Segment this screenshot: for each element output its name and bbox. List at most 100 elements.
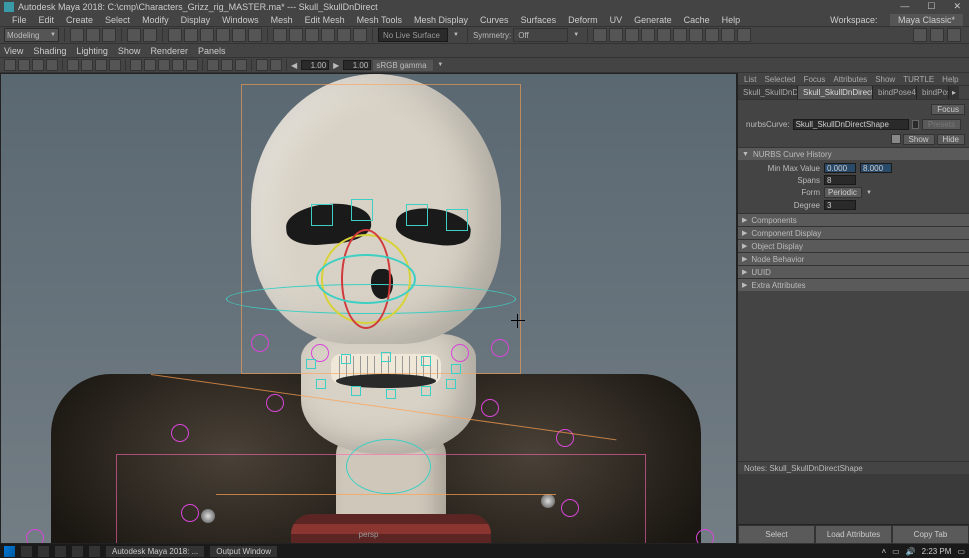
render-view-icon[interactable] [657,28,671,42]
ae-tab-bindpose[interactable]: bindPose47 [873,86,917,99]
toggle-2-icon[interactable] [930,28,944,42]
rig-misc-ctrl[interactable] [171,424,189,442]
taskbar-app-output[interactable]: Output Window [210,546,277,557]
viewpanel-menu-lighting[interactable]: Lighting [76,46,108,56]
select-button[interactable]: Select [738,525,815,544]
viewpanel-menu-view[interactable]: View [4,46,23,56]
lights-icon[interactable] [172,59,184,71]
rig-misc-ctrl[interactable] [266,394,284,412]
grid-icon[interactable] [67,59,79,71]
viewpanel-menu-renderer[interactable]: Renderer [150,46,188,56]
menu-display[interactable]: Display [175,15,217,25]
rig-lip-ctrl[interactable] [341,354,351,364]
color-management-dropdown[interactable]: sRGB gamma [373,60,433,71]
2d-pan-icon[interactable] [46,59,58,71]
tray-network-icon[interactable]: ▭ [892,547,900,556]
chrome-icon[interactable] [89,546,100,557]
ae-tab-scroll-right[interactable]: ▸ [949,86,959,99]
menu-mesh-display[interactable]: Mesh Display [408,15,474,25]
presets-button[interactable]: Presets [922,119,961,130]
max-value-field[interactable] [860,163,892,173]
menu-edit-mesh[interactable]: Edit Mesh [299,15,351,25]
tray-up-icon[interactable]: ˄ [881,547,886,556]
rig-lip-ctrl[interactable] [421,386,431,396]
ae-menu-turtle[interactable]: TURTLE [903,75,934,84]
live-surface-dropdown[interactable]: No Live Surface [378,28,448,42]
section-uuid[interactable]: ▶ UUID [738,265,969,278]
sidebar-toggle-icon[interactable] [947,28,961,42]
hypershade-icon[interactable] [673,28,687,42]
undo-icon[interactable] [127,28,141,42]
rig-lip-ctrl[interactable] [381,352,391,362]
rig-misc-ctrl[interactable] [451,344,469,362]
menu-uv[interactable]: UV [604,15,629,25]
ae-menu-show[interactable]: Show [875,75,895,84]
viewpanel-menu-panels[interactable]: Panels [198,46,226,56]
rotate-manipulator[interactable] [311,224,431,344]
ipr-render-icon[interactable] [625,28,639,42]
wireframe-icon[interactable] [130,59,142,71]
form-dropdown[interactable]: Periodic [824,187,862,198]
rig-lip-ctrl[interactable] [306,359,316,369]
section-nurbs-curve-history[interactable]: ▼ NURBS Curve History [738,147,969,160]
menu-edit[interactable]: Edit [33,15,61,25]
bookmark-icon[interactable] [18,59,30,71]
menu-mesh[interactable]: Mesh [265,15,299,25]
menu-curves[interactable]: Curves [474,15,515,25]
save-scene-icon[interactable] [102,28,116,42]
history-icon[interactable] [593,28,607,42]
paint-select-icon[interactable] [200,28,214,42]
menu-create[interactable]: Create [60,15,99,25]
render-icon[interactable] [609,28,623,42]
tray-volume-icon[interactable]: 🔊 [906,547,916,556]
rig-misc-ctrl[interactable] [481,399,499,417]
image-plane-icon[interactable] [32,59,44,71]
viewpanel-menu-show[interactable]: Show [118,46,141,56]
menu-deform[interactable]: Deform [562,15,604,25]
scale-tool-icon[interactable] [248,28,262,42]
ae-tab-transform[interactable]: Skull_SkullDnDirect [738,86,798,99]
degree-field[interactable] [824,200,856,210]
taskbar-app-maya[interactable]: Autodesk Maya 2018: ... [106,546,204,557]
triangle-right-icon[interactable]: ▶ [333,61,339,70]
exposure-icon[interactable] [737,28,751,42]
camera-select-icon[interactable] [4,59,16,71]
rotate-tool-icon[interactable] [232,28,246,42]
snap-point-icon[interactable] [305,28,319,42]
playblast-icon[interactable] [705,28,719,42]
window-maximize-button[interactable]: ☐ [923,1,939,12]
textured-icon[interactable] [158,59,170,71]
tray-notifications-icon[interactable]: ▭ [957,547,965,556]
spans-field[interactable] [824,175,856,185]
rig-brow-ctrl[interactable] [446,209,468,231]
show-button[interactable]: Show [903,134,935,145]
menu-mesh-tools[interactable]: Mesh Tools [351,15,408,25]
section-object-display[interactable]: ▶ Object Display [738,239,969,252]
rig-lip-ctrl[interactable] [446,379,456,389]
gate-mask-icon[interactable] [109,59,121,71]
ae-tab-more[interactable]: bindPos [917,86,949,99]
rig-misc-ctrl[interactable] [491,339,509,357]
open-scene-icon[interactable] [86,28,100,42]
notes-textarea[interactable] [738,474,969,524]
new-scene-icon[interactable] [70,28,84,42]
menu-file[interactable]: File [6,15,33,25]
workspace-dropdown[interactable]: Maya Classic* [890,14,963,26]
workspace-mode-dropdown[interactable]: Modeling▼ [4,28,59,42]
ae-tab-shape[interactable]: Skull_SkullDnDirectShape [798,86,873,99]
focus-button[interactable]: Focus [931,104,965,115]
ae-menu-attributes[interactable]: Attributes [833,75,867,84]
start-button[interactable] [4,546,15,557]
time-field-a[interactable] [301,60,329,70]
toggle-1-icon[interactable] [913,28,927,42]
search-icon[interactable] [21,546,32,557]
shadows-icon[interactable] [186,59,198,71]
lock-checkbox[interactable] [912,120,919,129]
rig-misc-ctrl[interactable] [696,529,714,544]
load-attributes-button[interactable]: Load Attributes [815,525,892,544]
select-tool-icon[interactable] [168,28,182,42]
gamma-toggle-icon[interactable] [270,59,282,71]
menu-cache[interactable]: Cache [678,15,716,25]
edge-icon[interactable] [55,546,66,557]
snap-curve-icon[interactable] [289,28,303,42]
